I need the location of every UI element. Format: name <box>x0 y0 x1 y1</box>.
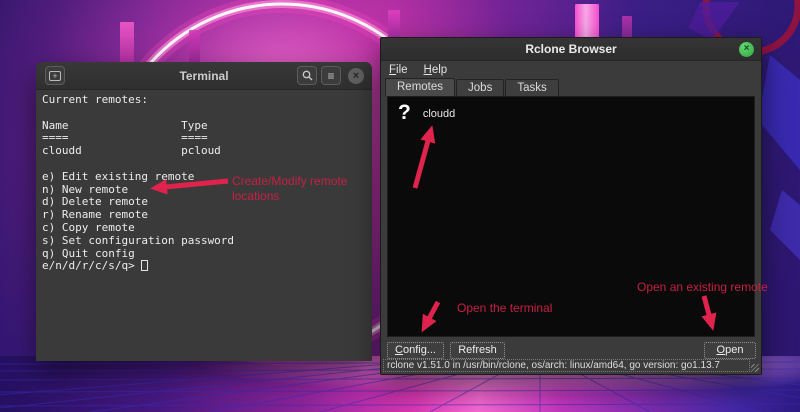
status-message: rclone v1.51.0 in /usr/bin/rclone, os/ar… <box>383 359 750 372</box>
remote-item-cloudd[interactable]: ? cloudd <box>398 102 455 124</box>
remote-name: cloudd <box>422 108 456 120</box>
terminal-output-text: Current remotes: Name Type ==== ==== clo… <box>42 93 235 260</box>
rclone-titlebar[interactable]: Rclone Browser × <box>381 38 761 61</box>
menu-help[interactable]: Help <box>424 64 448 76</box>
menubar: File Help <box>381 61 761 78</box>
tab-jobs[interactable]: Jobs <box>456 79 505 96</box>
close-icon: × <box>743 43 750 54</box>
menu-file[interactable]: File <box>389 64 408 76</box>
hamburger-menu-button[interactable]: ≡ <box>321 66 341 85</box>
wallpaper-pillar <box>388 10 400 40</box>
search-icon <box>302 70 312 81</box>
refresh-button[interactable]: Refresh <box>450 342 505 359</box>
remotes-list[interactable]: ? cloudd <box>387 96 755 337</box>
terminal-output-area[interactable]: Current remotes: Name Type ==== ==== clo… <box>36 90 372 273</box>
tab-bar: Remotes Jobs Tasks <box>381 78 761 96</box>
rclone-window-title: Rclone Browser <box>525 42 617 56</box>
search-button[interactable] <box>297 66 317 85</box>
close-icon: × <box>352 69 360 82</box>
terminal-output: Current remotes: Name Type ==== ==== clo… <box>42 93 368 273</box>
status-bar: rclone v1.51.0 in /usr/bin/rclone, os/ar… <box>382 358 760 373</box>
terminal-cursor <box>141 260 149 272</box>
tab-remotes[interactable]: Remotes <box>385 78 456 96</box>
hamburger-menu-icon: ≡ <box>327 68 335 83</box>
unknown-remote-icon: ? <box>398 101 411 124</box>
terminal-titlebar[interactable]: + Terminal ≡ × <box>36 62 372 90</box>
terminal-close-button[interactable]: × <box>348 68 364 84</box>
open-button[interactable]: Open <box>704 342 756 359</box>
rclone-close-button[interactable]: × <box>739 42 754 57</box>
config-button[interactable]: Config... <box>387 342 444 359</box>
resize-grip-icon[interactable] <box>751 363 759 372</box>
rclone-browser-window: Rclone Browser × File Help Remotes Jobs … <box>380 37 762 375</box>
terminal-prompt: e/n/d/r/c/s/q> <box>42 259 142 273</box>
button-row: Config... Refresh Open <box>387 342 756 359</box>
tab-tasks[interactable]: Tasks <box>505 79 559 96</box>
terminal-window: + Terminal ≡ × Current remotes: Name Typ… <box>36 62 372 361</box>
